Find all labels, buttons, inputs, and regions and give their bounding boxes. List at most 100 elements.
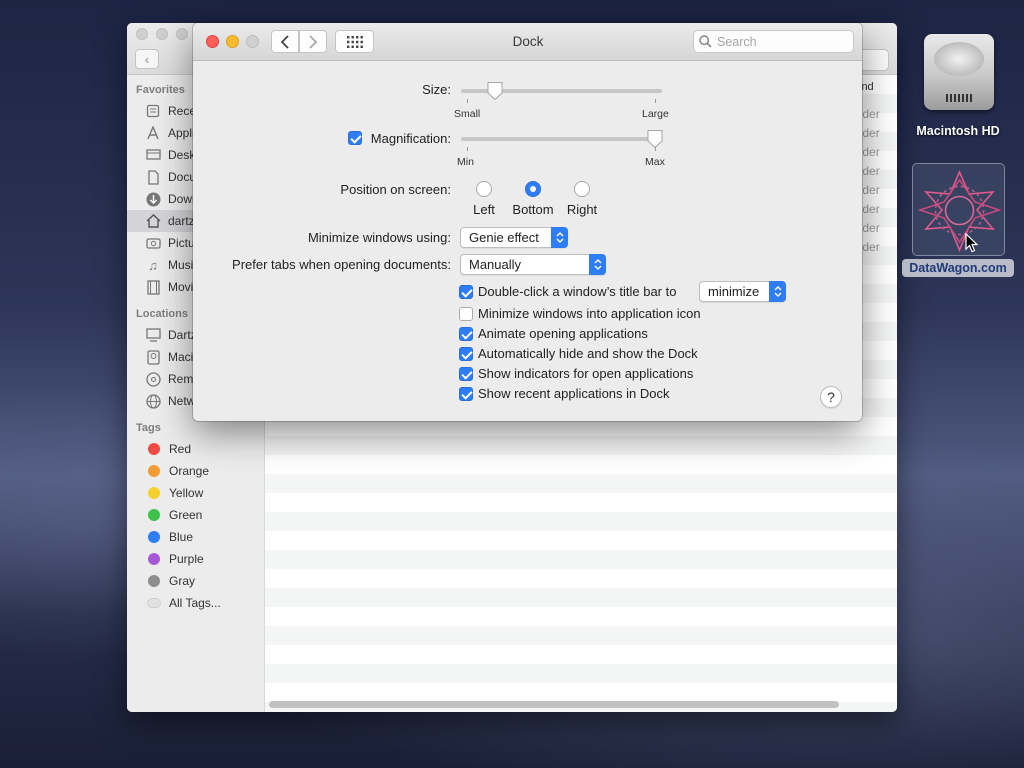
size-slider-knob[interactable] <box>486 81 504 101</box>
slider-tick <box>467 147 468 151</box>
prefer-tabs-popup[interactable]: Manually <box>460 254 606 275</box>
double-click-action-popup[interactable]: minimize <box>699 281 786 302</box>
remote-disc-icon <box>145 371 161 387</box>
datawagon-icon[interactable] <box>912 163 1005 256</box>
magnification-checkbox[interactable] <box>348 131 362 145</box>
sidebar-header-tags: Tags <box>136 422 161 434</box>
horizontal-scrollbar[interactable] <box>269 701 839 708</box>
sidebar-item-label: Rece <box>168 104 197 118</box>
mouse-cursor-icon <box>965 233 979 253</box>
tag-color-dot <box>148 443 160 455</box>
desktop-icon <box>145 147 161 163</box>
sidebar-item-label: Red <box>169 442 192 456</box>
applications-icon <box>145 125 161 141</box>
documents-icon <box>145 169 161 185</box>
minimize-into-icon-label: Minimize windows into application icon <box>478 306 701 321</box>
finder-close-button[interactable] <box>136 28 148 40</box>
magnification-max-label: Max <box>645 156 665 168</box>
pictures-icon <box>145 235 161 251</box>
animate-opening-label: Animate opening applications <box>478 326 648 341</box>
popup-arrows-icon <box>769 281 786 302</box>
chevron-right-icon <box>309 35 318 49</box>
tag-color-dot <box>148 509 160 521</box>
sidebar-tag-purple[interactable]: Purple <box>127 548 265 570</box>
minimize-button[interactable] <box>226 35 239 48</box>
tag-color-dot <box>148 575 160 587</box>
sidebar-item-label: Docu <box>168 170 197 184</box>
show-all-button[interactable] <box>335 30 374 53</box>
finder-back-button[interactable]: ‹ <box>135 49 159 69</box>
chevron-left-icon <box>280 35 289 49</box>
sidebar-item-label: Desk <box>168 148 196 162</box>
zoom-button[interactable] <box>246 35 259 48</box>
slider-tick <box>467 99 468 103</box>
sidebar-item-label: Netw <box>168 394 196 408</box>
sidebar-item-label: Purple <box>169 552 204 566</box>
auto-hide-dock-label: Automatically hide and show the Dock <box>478 346 698 361</box>
datawagon-star-icon <box>917 169 1002 253</box>
music-icon: ♫ <box>148 257 158 273</box>
tag-color-dot <box>148 465 160 477</box>
computer-icon <box>145 327 161 343</box>
show-indicators-label: Show indicators for open applications <box>478 366 694 381</box>
size-max-label: Large <box>642 108 669 120</box>
double-click-label: Double-click a window’s title bar to <box>478 284 677 299</box>
datawagon-label[interactable]: DataWagon.com <box>902 259 1014 277</box>
macintosh-hd-icon[interactable] <box>924 34 994 110</box>
position-bottom-radio[interactable] <box>525 181 541 197</box>
magnification-min-label: Min <box>457 156 474 168</box>
minimize-into-icon-checkbox[interactable] <box>459 307 473 321</box>
position-right-label: Right <box>566 202 598 217</box>
sidebar-header-locations: Locations <box>136 308 188 320</box>
dock-preferences-window: Dock Size: Small Large Magnification: Mi… <box>193 23 862 421</box>
popup-arrows-icon <box>589 254 606 275</box>
position-left-radio[interactable] <box>476 181 492 197</box>
hd-vents <box>946 94 972 102</box>
prefer-tabs-label: Prefer tabs when opening documents: <box>232 257 451 272</box>
sidebar-tag-red[interactable]: Red <box>127 438 265 460</box>
popup-value: Genie effect <box>469 230 539 245</box>
magnification-slider-track[interactable] <box>461 137 662 141</box>
minimize-effect-popup[interactable]: Genie effect <box>460 227 568 248</box>
sidebar-item-label: All Tags... <box>169 596 221 610</box>
macintosh-hd-label[interactable]: Macintosh HD <box>906 124 1010 138</box>
magnification-slider-knob[interactable] <box>646 129 664 149</box>
window-title: Dock <box>512 34 544 49</box>
show-indicators-checkbox[interactable] <box>459 367 473 381</box>
forward-button[interactable] <box>299 30 327 53</box>
sidebar-tag-yellow[interactable]: Yellow <box>127 482 265 504</box>
sidebar-tag-green[interactable]: Green <box>127 504 265 526</box>
finder-zoom-button[interactable] <box>176 28 188 40</box>
sidebar-item-label: dartz <box>168 214 195 228</box>
search-input[interactable] <box>717 34 847 49</box>
tag-color-dot <box>148 553 160 565</box>
slider-tick <box>655 99 656 103</box>
position-bottom-label: Bottom <box>512 202 554 217</box>
sidebar-tag-gray[interactable]: Gray <box>127 570 265 592</box>
finder-minimize-button[interactable] <box>156 28 168 40</box>
hd-platter <box>934 42 984 76</box>
grid-icon <box>346 35 363 48</box>
sidebar-tag-orange[interactable]: Orange <box>127 460 265 482</box>
sidebar-item-label: Green <box>169 508 203 522</box>
all-tags-icon <box>147 598 161 608</box>
sidebar-tag-blue[interactable]: Blue <box>127 526 265 548</box>
help-button[interactable]: ? <box>820 386 842 408</box>
animate-opening-checkbox[interactable] <box>459 327 473 341</box>
search-field[interactable] <box>693 30 854 53</box>
auto-hide-dock-checkbox[interactable] <box>459 347 473 361</box>
close-button[interactable] <box>206 35 219 48</box>
size-min-label: Small <box>454 108 481 120</box>
sidebar-item-label: Appli <box>168 126 195 140</box>
double-click-checkbox[interactable] <box>459 285 473 299</box>
movies-icon <box>145 279 161 295</box>
sidebar-header-favorites: Favorites <box>136 84 185 96</box>
sidebar-item-label: Yellow <box>169 486 204 500</box>
show-recent-apps-checkbox[interactable] <box>459 387 473 401</box>
popup-arrows-icon <box>551 227 568 248</box>
position-right-radio[interactable] <box>574 181 590 197</box>
popup-value: Manually <box>469 257 522 272</box>
back-button[interactable] <box>271 30 299 53</box>
sidebar-item-label: Pictu <box>168 236 195 250</box>
sidebar-all-tags[interactable]: All Tags... <box>127 592 265 614</box>
